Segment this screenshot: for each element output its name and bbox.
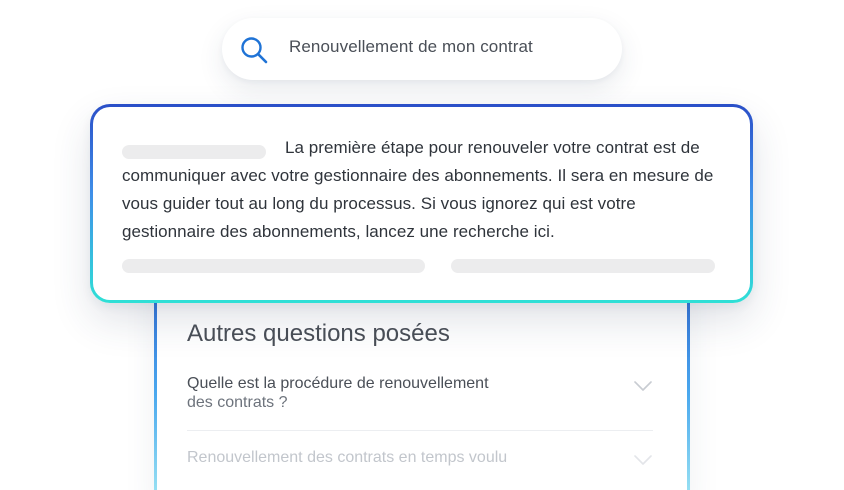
chevron-down-icon[interactable] (633, 454, 653, 466)
faq-item[interactable]: Renouvellement des contrats en temps vou… (187, 448, 653, 478)
faq-question-line: Renouvellement des contrats en temps vou… (187, 449, 508, 466)
related-questions-title: Autres questions posées (187, 320, 450, 347)
answer-text: La première étape pour renouveler votre … (122, 138, 714, 241)
divider (187, 430, 653, 431)
search-bar[interactable]: Renouvellement de mon contrat (222, 18, 622, 80)
search-query[interactable]: Renouvellement de mon contrat (289, 37, 533, 57)
chevron-down-icon[interactable] (633, 380, 653, 392)
search-icon[interactable] (238, 34, 270, 66)
text-placeholder (451, 259, 715, 273)
faq-item[interactable]: Quelle est la procédure de renouvellemen… (187, 374, 653, 430)
answer-card: La première étape pour renouveler votre … (90, 104, 753, 303)
text-placeholder (122, 259, 425, 273)
answer-card-body: La première étape pour renouveler votre … (93, 107, 750, 300)
faq-question-line: Quelle est la procédure de renouvellemen… (187, 375, 489, 392)
search-answer-illustration: Renouvellement de mon contrat Autres que… (0, 0, 844, 490)
faq-question-line: des contrats ? (187, 394, 288, 411)
